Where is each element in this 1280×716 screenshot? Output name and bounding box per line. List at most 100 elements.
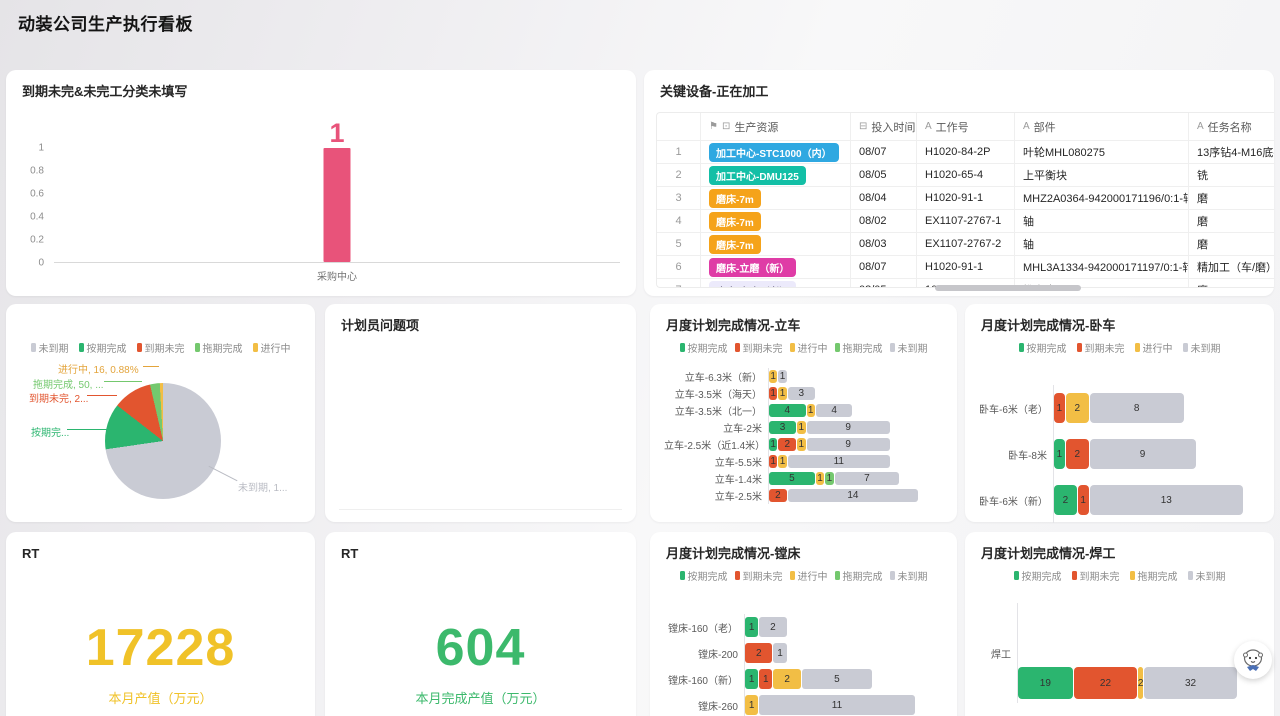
bar-segment: 3 — [769, 421, 796, 434]
legend-label: 未到期 — [1191, 340, 1221, 355]
legend-item[interactable]: 拖期完成 — [835, 568, 883, 583]
bar-segment: 1 — [825, 472, 833, 485]
legend-item[interactable]: 到期未完 — [137, 340, 185, 355]
assistant-mascot-button[interactable] — [1234, 641, 1272, 679]
row-bar-track: 11 — [768, 368, 919, 385]
bar-segment: 1 — [807, 404, 815, 417]
legend-item[interactable]: 未到期 — [1188, 568, 1226, 583]
bar-segment: 14 — [788, 489, 918, 502]
legend-item[interactable]: 拖期完成 — [835, 340, 883, 355]
legend-item[interactable]: 拖期完成 — [1130, 568, 1178, 583]
bar-segment: 2 — [1138, 667, 1143, 699]
x-axis-category-label: 采购中心 — [317, 268, 357, 283]
legend-item[interactable]: 按期完成 — [680, 340, 728, 355]
legend-item[interactable]: 拖期完成 — [195, 340, 243, 355]
resource-tag: 磨床-7m — [709, 212, 761, 231]
chart-rows: 镗床-160（老）12镗床-20021镗床-160（新）1125镗床-26011… — [664, 614, 947, 716]
rt-completed-label: 本月完成产值（万元） — [325, 688, 636, 707]
row-bar-track: 414 — [768, 402, 919, 419]
row-category-label: 镗床-200 — [664, 646, 744, 661]
bar-segment: 1 — [797, 421, 805, 434]
column-header-label: 生产资源 — [734, 119, 778, 135]
table-row[interactable]: 5磨床-7m08/03EX1107-2767-2轴磨 — [657, 233, 1274, 256]
bar-segment: 22 — [1074, 667, 1138, 699]
row-category-label: 镗床-260 — [664, 698, 744, 713]
dashboard-page: 动装公司生产执行看板 到期未完&未完工分类未填写 10.80.60.40.201… — [0, 0, 1280, 716]
legend-item[interactable]: 到期未完 — [735, 340, 783, 355]
bar-segment: 2 — [759, 617, 786, 637]
date-cell: 08/03 — [851, 233, 917, 255]
table-horizontal-scrollbar[interactable] — [935, 285, 1081, 291]
legend-item[interactable]: 按期完成 — [1019, 340, 1067, 355]
chart-row: 立车-2.5米（近1.4米）1219 — [664, 436, 947, 453]
part-cell: 叶轮MHL080275 — [1015, 141, 1189, 163]
bar-segment: 2 — [1054, 485, 1077, 515]
legend-label: 进行中 — [261, 340, 291, 355]
bar-segment: 11 — [759, 695, 915, 715]
bar-segment: 1 — [778, 370, 786, 383]
legend-item[interactable]: 按期完成 — [680, 568, 728, 583]
bar-segment: 4 — [816, 404, 853, 417]
y-tick-label: 0.6 — [30, 189, 44, 200]
legend-item[interactable]: 到期未完 — [1072, 568, 1120, 583]
legend-item[interactable]: 进行中 — [790, 568, 828, 583]
column-header-label: 任务名称 — [1208, 119, 1252, 135]
column-header: ⊟投入时间 — [851, 113, 917, 140]
legend-marker-icon — [835, 571, 840, 580]
row-bar-track: 12 — [744, 614, 930, 640]
legend-item[interactable]: 进行中 — [1135, 340, 1173, 355]
table-header-row: ⚑⊡生产资源⊟投入时间A工作号A部件A任务名称 — [657, 113, 1274, 141]
chart-row: 卧车-8米129 — [979, 431, 1264, 477]
table-row[interactable]: 6磨床-立磨（新）08/07H1020-91-1MHL3A1334-942000… — [657, 256, 1274, 279]
bar-segment: 1 — [769, 387, 777, 400]
panel-title: 关键设备-正在加工 — [660, 84, 1258, 99]
legend-marker-icon — [735, 571, 740, 580]
legend-item[interactable]: 未到期 — [890, 568, 928, 583]
legend-item[interactable]: 按期完成 — [1014, 568, 1062, 583]
row-category-label: 立车-3.5米（海天） — [664, 386, 768, 401]
bar-segment: 1 — [745, 695, 758, 715]
rt-completed-value: 604 — [325, 618, 636, 678]
bar-segment: 1 — [778, 387, 786, 400]
panel-title: RT — [341, 546, 620, 561]
row-bar-track: 21 — [744, 640, 930, 666]
table-row[interactable]: 4磨床-7m08/02EX1107-2767-1轴磨 — [657, 210, 1274, 233]
panel-key-equipment: 关键设备-正在加工 ⚑⊡生产资源⊟投入时间A工作号A部件A任务名称1加工中心-S… — [644, 70, 1274, 296]
bar-segment: 2 — [1066, 393, 1089, 423]
job-number-cell: H1020-91-1 — [917, 187, 1015, 209]
legend-item[interactable]: 按期完成 — [79, 340, 127, 355]
legend-item[interactable]: 未到期 — [890, 340, 928, 355]
row-category-label: 镗床-160（老） — [664, 620, 744, 635]
table-row[interactable]: 1加工中心-STC1000（内）08/07H1020-84-2P叶轮MHL080… — [657, 141, 1274, 164]
chart-row: 镗床-160（老）12 — [664, 614, 947, 640]
legend-item[interactable]: 到期未完 — [1077, 340, 1125, 355]
resource-tag: 加工中心-DMU125 — [709, 166, 806, 185]
resource-tag: 加工中心-STC1000（内） — [709, 143, 839, 162]
chart-row: 立车-2米319 — [664, 419, 947, 436]
panel-monthly-hlathe: 月度计划完成情况-卧车 按期完成到期未完进行中未到期卧车-6米（老）128卧车-… — [965, 304, 1274, 522]
bar-segment: 3 — [788, 387, 815, 400]
row-bar-track: 1111 — [768, 453, 919, 470]
date-cell: 08/05 — [851, 279, 917, 288]
y-tick-label: 0.8 — [30, 166, 44, 177]
legend-marker-icon — [835, 343, 840, 352]
table-row[interactable]: 2加工中心-DMU12508/05H1020-65-4上平衡块铣 — [657, 164, 1274, 187]
panel-title: 月度计划完成情况-立车 — [666, 318, 941, 333]
pie-slice-label: 未到期, 1... — [238, 479, 287, 494]
chart-row: 卧车-6米（老）128 — [979, 385, 1264, 431]
date-cell: 08/02 — [851, 210, 917, 232]
legend-label: 未到期 — [898, 568, 928, 583]
y-tick-label: 0.4 — [30, 212, 44, 223]
legend-marker-icon — [680, 343, 685, 352]
legend-item[interactable]: 到期未完 — [735, 568, 783, 583]
legend-item[interactable]: 进行中 — [253, 340, 291, 355]
table-row[interactable]: 3磨床-7m08/04H1020-91-1MHZ2A0364-942000171… — [657, 187, 1274, 210]
legend-label: 拖期完成 — [843, 568, 883, 583]
legend-item[interactable]: 进行中 — [790, 340, 828, 355]
legend-item[interactable]: 未到期 — [1183, 340, 1221, 355]
legend-item[interactable]: 未到期 — [31, 340, 69, 355]
legend-marker-icon — [1130, 571, 1135, 580]
bar-segment: 1 — [778, 455, 786, 468]
legend-marker-icon — [253, 343, 258, 352]
text-icon: A — [925, 122, 932, 132]
